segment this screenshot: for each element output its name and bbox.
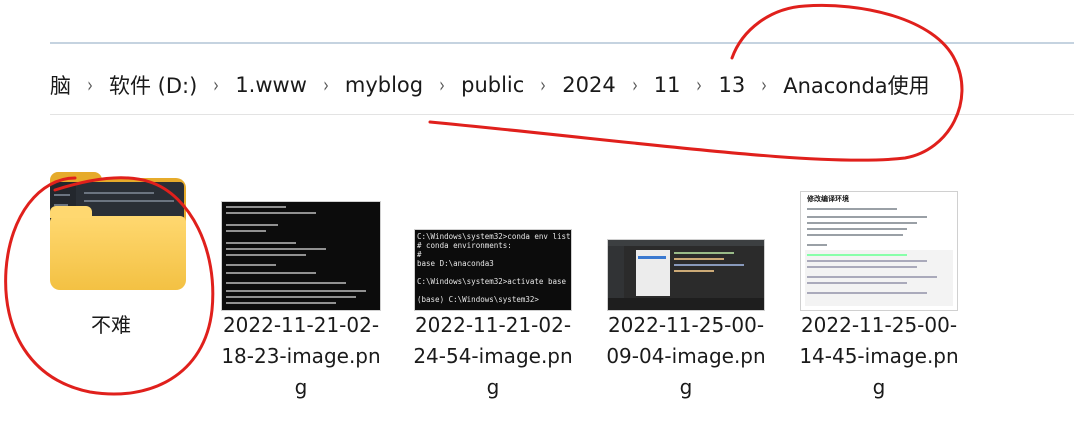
image-thumbnail: C:\Windows\system32>conda env list # con… (415, 230, 571, 310)
breadcrumb-item[interactable]: public (457, 71, 528, 99)
image-thumbnail: 修改编译环境 (801, 192, 957, 310)
file-name: 2022-11-21-02- 24-54-image.pn g (413, 313, 573, 399)
image-thumbnail (608, 240, 764, 310)
breadcrumb-current-folder[interactable]: Anaconda使用 (779, 68, 933, 102)
breadcrumb-item[interactable]: 11 (650, 71, 685, 99)
image-thumbnail (222, 202, 380, 310)
breadcrumb-item[interactable]: 脑 (50, 68, 75, 102)
file-name: 2022-11-25-00- 14-45-image.pn g (799, 313, 959, 399)
folder-icon (50, 160, 186, 290)
file-grid: 不难 2022-11-21-02- 18-23-image.pn g C:\Wi… (0, 150, 1074, 428)
file-name: 2022-11-25-00- 09-04-image.pn g (606, 313, 766, 399)
breadcrumb-item[interactable]: 软件 (D:) (105, 68, 201, 102)
breadcrumb-item[interactable]: 2024 (558, 71, 619, 99)
breadcrumb-separator-icon[interactable]: › (315, 73, 336, 97)
breadcrumb-separator-icon[interactable]: › (624, 73, 645, 97)
file-name: 2022-11-21-02- 18-23-image.pn g (221, 313, 381, 399)
breadcrumb-separator-icon[interactable]: › (206, 73, 227, 97)
breadcrumb-separator-icon[interactable]: › (80, 73, 101, 97)
breadcrumb-item[interactable]: myblog (341, 71, 427, 99)
breadcrumb-item[interactable]: 13 (714, 71, 749, 99)
breadcrumb-item[interactable]: 1.www (231, 71, 311, 99)
breadcrumb-separator-icon[interactable]: › (533, 73, 554, 97)
breadcrumb-separator-icon[interactable]: › (689, 73, 710, 97)
breadcrumb-separator-icon[interactable]: › (754, 73, 775, 97)
file-name: 不难 (91, 313, 131, 337)
breadcrumb-separator-icon[interactable]: › (432, 73, 453, 97)
breadcrumb: 脑 › 软件 (D:) › 1.www › myblog › public › … (50, 66, 1074, 104)
header-divider (50, 114, 1074, 115)
address-bar-top-border (50, 42, 1074, 44)
